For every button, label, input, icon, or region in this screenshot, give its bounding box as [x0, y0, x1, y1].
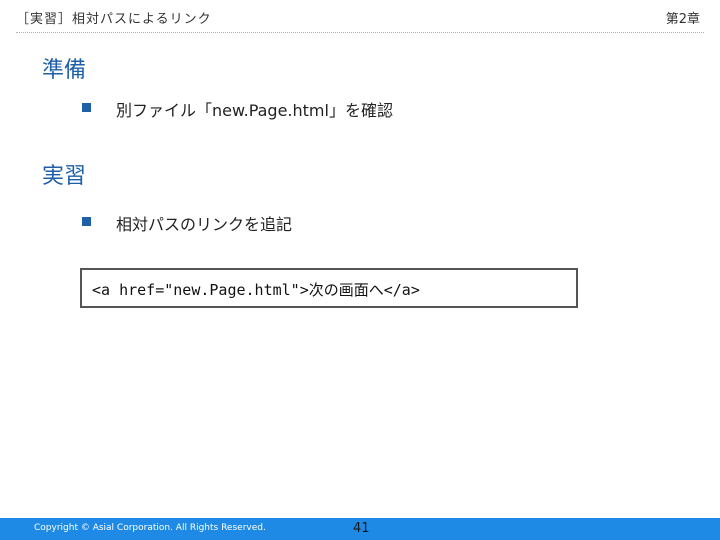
bullet-text-practice: 相対パスのリンクを追記 — [116, 215, 293, 234]
section-heading-preparation: 準備 — [42, 58, 87, 83]
bullet-marker-icon — [82, 103, 91, 112]
bullet-text-preparation: 別ファイル「new.Page.html」を確認 — [116, 101, 393, 120]
copyright-text: Copyright © Asial Corporation. All Right… — [34, 523, 266, 533]
header-divider — [16, 32, 704, 33]
bullet-marker-icon — [82, 217, 91, 226]
section-heading-practice: 実習 — [42, 164, 87, 189]
chapter-label: 第2章 — [665, 12, 700, 27]
code-sample-text: <a href="new.Page.html">次の画面へ</a> — [92, 281, 420, 299]
code-sample-box: <a href="new.Page.html">次の画面へ</a> — [80, 268, 578, 308]
page-number: 41 — [353, 521, 370, 536]
slide-header-title: ［実習］相対パスによるリンク — [16, 12, 212, 27]
footer-bar: Copyright © Asial Corporation. All Right… — [0, 518, 720, 540]
